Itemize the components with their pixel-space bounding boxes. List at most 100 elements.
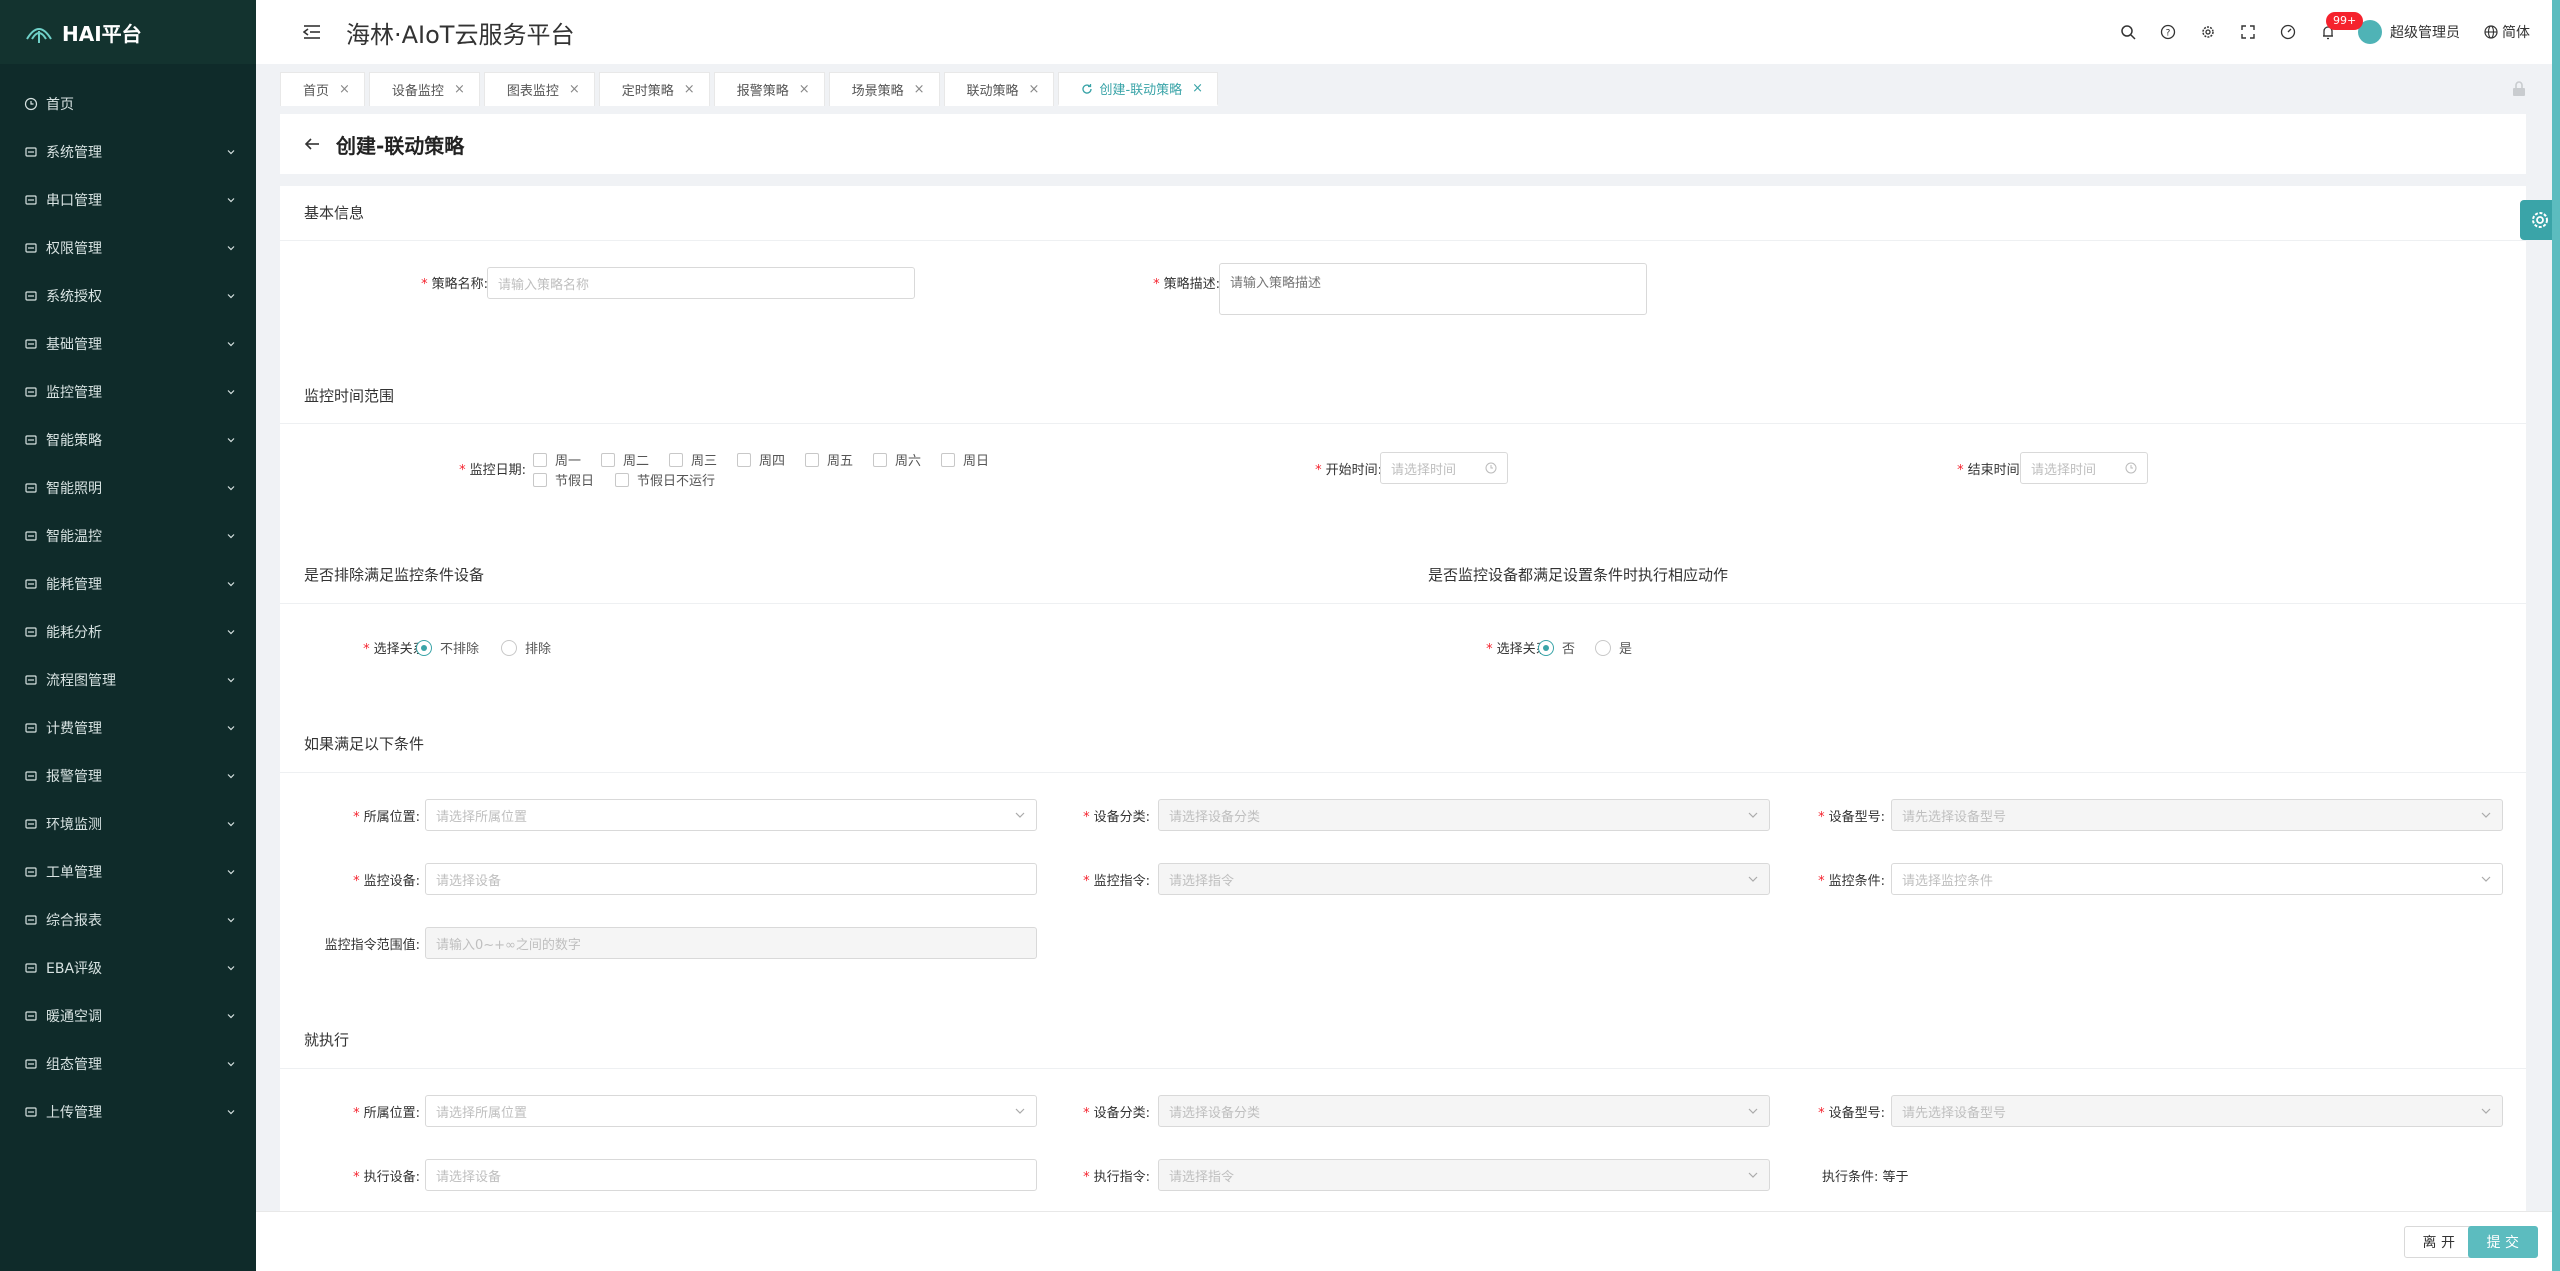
strategy-desc-textarea[interactable] — [1219, 263, 1647, 315]
sidebar-item-11[interactable]: 能耗分析 — [0, 608, 256, 656]
exec-category-select[interactable]: 请选择设备分类 — [1158, 1095, 1770, 1127]
close-icon[interactable]: × — [684, 82, 695, 97]
close-icon[interactable]: × — [339, 82, 350, 97]
cloud-upload-icon — [25, 1107, 37, 1117]
settings-button[interactable] — [2188, 12, 2228, 52]
sidebar-item-17[interactable]: 综合报表 — [0, 896, 256, 944]
exec-location-label: * 所属位置: — [353, 1106, 420, 1121]
weekday-checkbox-6[interactable]: 周日 — [941, 450, 989, 469]
sidebar-item-13[interactable]: 计费管理 — [0, 704, 256, 752]
back-arrow-icon[interactable] — [304, 137, 320, 151]
exec-device-input[interactable]: 请选择设备 — [425, 1159, 1037, 1191]
sidebar-item-label: 环境监测 — [46, 817, 102, 833]
sidebar-item-label: 能耗分析 — [46, 625, 102, 641]
sidebar-item-20[interactable]: 组态管理 — [0, 1040, 256, 1088]
sidebar-item-4[interactable]: 系统授权 — [0, 272, 256, 320]
cond-condition-label: * 监控条件: — [1818, 874, 1885, 889]
submit-button[interactable]: 提 交 — [2467, 1226, 2538, 1258]
cond-category-select[interactable]: 请选择设备分类 — [1158, 799, 1770, 831]
gear-icon — [2532, 212, 2548, 228]
sidebar-item-8[interactable]: 智能照明 — [0, 464, 256, 512]
pin-icon — [25, 435, 37, 445]
dashboard-button[interactable] — [2268, 12, 2308, 52]
radio-yes[interactable]: 是 — [1595, 638, 1632, 657]
sidebar-item-0[interactable]: 首页 — [0, 80, 256, 128]
radio-dot — [1595, 639, 1611, 656]
sidebar-item-3[interactable]: 权限管理 — [0, 224, 256, 272]
close-icon[interactable]: × — [914, 82, 925, 97]
fullscreen-button[interactable] — [2228, 12, 2268, 52]
close-icon[interactable]: × — [569, 82, 580, 97]
weekday-checkbox-0[interactable]: 周一 — [533, 450, 581, 469]
cond-model-select[interactable]: 请先选择设备型号 — [1891, 799, 2503, 831]
sidebar-item-16[interactable]: 工单管理 — [0, 848, 256, 896]
language-label: 简体 — [2502, 25, 2530, 41]
tab-1[interactable]: 设备监控 × — [368, 72, 480, 106]
weekday-label: 周二 — [623, 454, 650, 469]
thermo-icon — [25, 531, 37, 541]
exec-command-select[interactable]: 请选择指令 — [1158, 1159, 1770, 1191]
end-time-picker[interactable]: 请选择时间 — [2020, 452, 2148, 484]
sidebar-item-14[interactable]: 报警管理 — [0, 752, 256, 800]
search-button[interactable] — [2108, 12, 2148, 52]
sidebar-item-19[interactable]: 暖通空调 — [0, 992, 256, 1040]
lock-icon[interactable] — [2510, 80, 2528, 98]
refresh-icon[interactable] — [1081, 83, 1093, 95]
tab-5[interactable]: 场景策略 × — [828, 72, 940, 106]
tab-4[interactable]: 报警策略 × — [713, 72, 825, 106]
chevron-down-icon — [227, 966, 235, 971]
section-title-exclude: 是否排除满足监控条件设备 — [304, 566, 485, 584]
radio-no[interactable]: 否 — [1538, 638, 1575, 657]
menu-collapse-button[interactable] — [298, 18, 326, 46]
radio-label: 是 — [1619, 642, 1633, 657]
tab-2[interactable]: 图表监控 × — [483, 72, 595, 106]
chevron-down-icon — [227, 630, 235, 635]
sidebar-item-10[interactable]: 能耗管理 — [0, 560, 256, 608]
radio-not-exclude[interactable]: 不排除 — [416, 638, 479, 657]
tab-0[interactable]: 首页 × — [280, 72, 365, 106]
holiday-checkbox[interactable]: 节假日 — [533, 470, 594, 489]
sidebar-item-12[interactable]: 流程图管理 — [0, 656, 256, 704]
section-title-time: 监控时间范围 — [304, 387, 395, 405]
sidebar-item-6[interactable]: 监控管理 — [0, 368, 256, 416]
cond-location-select[interactable]: 请选择所属位置 — [425, 799, 1037, 831]
holiday-skip-checkbox[interactable]: 节假日不运行 — [615, 470, 715, 489]
cond-range-input[interactable]: 请输入0~+∞之间的数字 — [425, 927, 1037, 959]
sidebar-item-15[interactable]: 环境监测 — [0, 800, 256, 848]
strategy-name-input[interactable]: 请输入策略名称 — [487, 267, 915, 299]
logo[interactable]: HAI平台 — [0, 0, 256, 64]
exec-model-select[interactable]: 请先选择设备型号 — [1891, 1095, 2503, 1127]
sidebar-item-21[interactable]: 上传管理 — [0, 1088, 256, 1136]
cond-device-input[interactable]: 请选择设备 — [425, 863, 1037, 895]
cond-condition-select[interactable]: 请选择监控条件 — [1891, 863, 2503, 895]
tab-7[interactable]: 创建-联动策略 × — [1058, 72, 1219, 106]
close-icon[interactable]: × — [1029, 82, 1040, 97]
weekday-checkbox-4[interactable]: 周五 — [805, 450, 853, 469]
sidebar-item-9[interactable]: 智能温控 — [0, 512, 256, 560]
menu-fold-icon — [303, 25, 320, 39]
cond-command-select[interactable]: 请选择指令 — [1158, 863, 1770, 895]
tab-6[interactable]: 联动策略 × — [943, 72, 1055, 106]
help-button[interactable]: ? — [2148, 12, 2188, 52]
weekday-checkbox-2[interactable]: 周三 — [669, 450, 717, 469]
start-time-picker[interactable]: 请选择时间 — [1380, 452, 1508, 484]
weekday-checkbox-5[interactable]: 周六 — [873, 450, 921, 469]
language-switch[interactable]: 简体 — [2484, 22, 2530, 42]
close-icon[interactable]: × — [454, 82, 465, 97]
sidebar-item-7[interactable]: 智能策略 — [0, 416, 256, 464]
sidebar-item-2[interactable]: 串口管理 — [0, 176, 256, 224]
sidebar-item-18[interactable]: EBA评级 — [0, 944, 256, 992]
tab-3[interactable]: 定时策略 × — [598, 72, 710, 106]
weekday-checkbox-1[interactable]: 周二 — [601, 450, 649, 469]
user-menu[interactable]: 超级管理员 — [2358, 20, 2460, 44]
scrollbar[interactable] — [2552, 0, 2560, 1271]
close-icon[interactable]: × — [799, 82, 810, 97]
notification-button[interactable]: 99+ — [2308, 12, 2364, 52]
sidebar-item-5[interactable]: 基础管理 — [0, 320, 256, 368]
close-icon[interactable]: × — [1192, 81, 1203, 96]
exec-location-select[interactable]: 请选择所属位置 — [425, 1095, 1037, 1127]
radio-exclude[interactable]: 排除 — [501, 638, 551, 657]
leave-button[interactable]: 离 开 — [2403, 1226, 2474, 1258]
sidebar-item-1[interactable]: 系统管理 — [0, 128, 256, 176]
weekday-checkbox-3[interactable]: 周四 — [737, 450, 785, 469]
